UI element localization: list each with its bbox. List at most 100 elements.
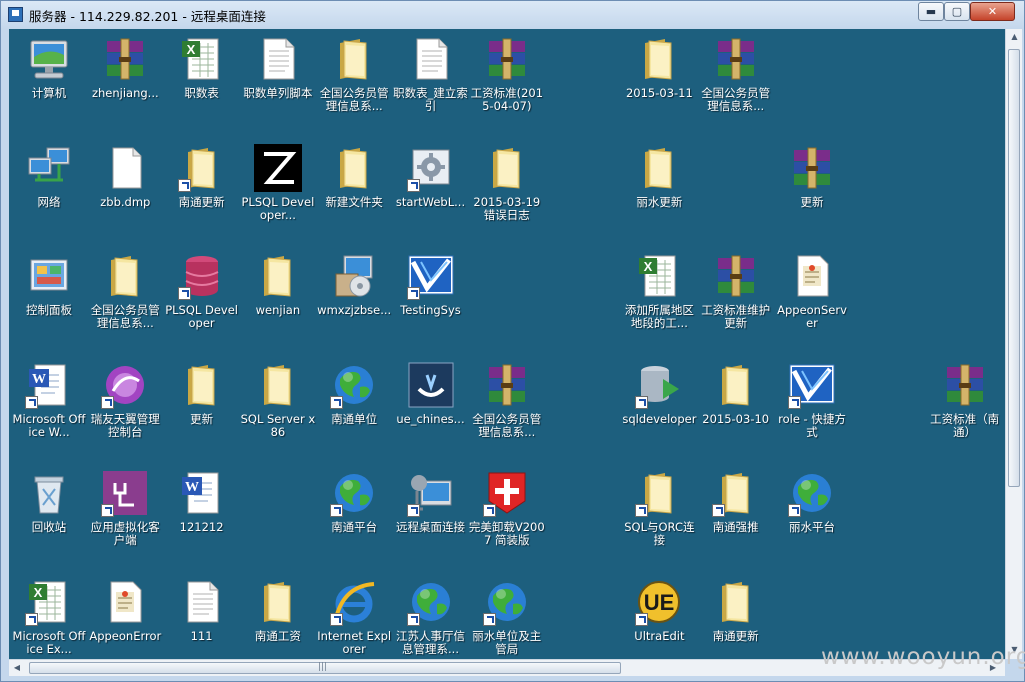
desktop-icon[interactable]: 工资标准维护更新 bbox=[698, 250, 774, 350]
folder-icon bbox=[635, 469, 683, 517]
scroll-up-arrow-icon[interactable]: ▲ bbox=[1006, 32, 1023, 41]
redcross-icon bbox=[482, 469, 531, 517]
desktop-icon[interactable]: UE UltraEdit bbox=[621, 576, 697, 660]
desktop-icon-label: Microsoft Office W... bbox=[12, 411, 86, 439]
network-icon bbox=[25, 144, 73, 192]
desktop-icon[interactable]: X Microsoft Office Ex... bbox=[11, 576, 87, 660]
desktop-icon[interactable]: 瑞友天翼管理控制台 bbox=[87, 359, 163, 459]
desktop-icon[interactable]: 控制面板 bbox=[11, 250, 87, 350]
desktop-icon[interactable]: PLSQL Developer bbox=[164, 250, 240, 350]
desktop-icon[interactable]: 全国公务员管理信息系... bbox=[469, 359, 545, 459]
desktop-icon[interactable]: 工资标准(2015-04-07) bbox=[469, 33, 545, 133]
desktop-icon[interactable]: AppeonServer bbox=[774, 250, 850, 350]
scroll-left-arrow-icon[interactable]: ◀ bbox=[11, 663, 23, 672]
desktop-icon[interactable]: SQL与ORC连接 bbox=[621, 467, 697, 567]
watermark: www.wooyun.org bbox=[821, 644, 1025, 670]
shortcut-arrow-icon bbox=[101, 504, 115, 517]
uedit-icon: UE bbox=[635, 578, 683, 626]
desktop-icon-label: 南通工资 bbox=[254, 628, 301, 643]
desktop-icon[interactable]: 更新 bbox=[774, 142, 850, 242]
excel-icon: X bbox=[178, 35, 226, 83]
desktop-icon[interactable]: zhenjiang... bbox=[87, 33, 163, 133]
remote-desktop-app-icon[interactable] bbox=[8, 7, 23, 22]
desktop-icon[interactable]: W Microsoft Office W... bbox=[11, 359, 87, 459]
desktop-icon[interactable]: 远程桌面连接 bbox=[393, 467, 469, 567]
desktop-icon[interactable]: 工资标准（南通） bbox=[927, 359, 1003, 459]
desktop-icon[interactable]: 111 bbox=[164, 576, 240, 660]
desktop-icon[interactable]: 全国公务员管理信息系... bbox=[698, 33, 774, 133]
desktop-icon-label: 全国公务员管理信息系... bbox=[701, 86, 771, 113]
desktop-icon[interactable]: ue_chines... bbox=[393, 359, 469, 459]
folder-icon bbox=[712, 361, 760, 409]
desktop-icon[interactable]: Internet Explorer bbox=[316, 576, 392, 660]
folder-icon bbox=[711, 469, 760, 517]
desktop-icon-label: 添加所属地区地段的工... bbox=[624, 303, 694, 330]
desktop-icon[interactable]: 丽水平台 bbox=[774, 467, 850, 567]
folder-icon bbox=[330, 35, 378, 83]
desktop-icon[interactable]: 南通更新 bbox=[164, 142, 240, 242]
desktop-icon[interactable]: X 添加所属地区地段的工... bbox=[621, 250, 697, 350]
desktop-icon[interactable]: zbb.dmp bbox=[87, 142, 163, 242]
horizontal-scroll-thumb[interactable]: ||| bbox=[29, 662, 621, 674]
desktop-icon-label: SQL Server x86 bbox=[240, 411, 316, 439]
desktop-icon[interactable]: W 121212 bbox=[164, 467, 240, 567]
desktop-icon[interactable]: 南通强推 bbox=[698, 467, 774, 567]
desktop-icon[interactable]: 完美卸载V2007 简装版 bbox=[469, 467, 545, 567]
folder-icon bbox=[712, 578, 760, 626]
desktop-icon[interactable]: 2015-03-19错误日志 bbox=[469, 142, 545, 242]
desktop-icon[interactable]: startWebL... bbox=[393, 142, 469, 242]
desktop-icon[interactable]: 南通更新 bbox=[698, 576, 774, 660]
desktop-icon-label: 121212 bbox=[179, 520, 224, 534]
svg-text:W: W bbox=[32, 372, 46, 387]
vertical-scrollbar[interactable]: ▲ ▼ bbox=[1005, 29, 1022, 659]
ue-icon bbox=[407, 361, 455, 409]
remote-icon bbox=[406, 469, 455, 517]
desktop-icon[interactable]: 职数单列脚本 bbox=[240, 33, 316, 133]
app-icon bbox=[788, 361, 836, 409]
desktop-icon[interactable]: sqldeveloper bbox=[621, 359, 697, 459]
desktop-icon[interactable]: 应用虚拟化客户端 bbox=[87, 467, 163, 567]
desktop-icon[interactable]: 2015-03-11 bbox=[621, 33, 697, 133]
desktop-icon[interactable]: 南通工资 bbox=[240, 576, 316, 660]
maximize-button[interactable]: ▢ bbox=[944, 2, 970, 21]
desktop-icon[interactable]: wenjian bbox=[240, 250, 316, 350]
desktop-icon[interactable]: PLSQL Developer... bbox=[240, 142, 316, 242]
desktop-icon-label: wenjian bbox=[255, 303, 301, 317]
desktop-icon[interactable]: X 职数表 bbox=[164, 33, 240, 133]
desktop-icon[interactable]: 南通平台 bbox=[316, 467, 392, 567]
desktop-icon[interactable]: TestingSys bbox=[393, 250, 469, 350]
desktop-icon[interactable]: 职数表_建立索引 bbox=[393, 33, 469, 133]
desktop-icon[interactable]: 2015-03-10 bbox=[698, 359, 774, 459]
desktop-icon[interactable]: 全国公务员管理信息系... bbox=[87, 250, 163, 350]
desktop-icon-label: 2015-03-19错误日志 bbox=[473, 194, 541, 222]
title-bar[interactable]: 服务器 - 114.229.82.201 - 远程桌面连接 ▬ ▢ ✕ bbox=[1, 1, 1024, 29]
close-button[interactable]: ✕ bbox=[970, 2, 1015, 21]
desktop-icon[interactable]: 丽水更新 bbox=[621, 142, 697, 242]
folder-icon bbox=[178, 361, 226, 409]
desktop-icon[interactable]: 江苏人事厅信息管理系... bbox=[393, 576, 469, 660]
desktop-icon[interactable]: AppeonError bbox=[87, 576, 163, 660]
desktop-icon[interactable]: 全国公务员管理信息系... bbox=[316, 33, 392, 133]
desktop-icon[interactable]: SQL Server x86 bbox=[240, 359, 316, 459]
desktop-icon[interactable]: 新建文件夹 bbox=[316, 142, 392, 242]
desktop-icon-label: role - 快捷方式 bbox=[778, 411, 846, 439]
globe-icon bbox=[788, 469, 836, 517]
desktop-icon[interactable]: 丽水单位及主管局 bbox=[469, 576, 545, 660]
desktop-icon-label: SQL与ORC连接 bbox=[624, 520, 695, 547]
minimize-button[interactable]: ▬ bbox=[918, 2, 944, 21]
shortcut-arrow-icon bbox=[406, 287, 420, 300]
vertical-scroll-thumb[interactable] bbox=[1008, 49, 1020, 487]
desktop-icon[interactable]: wmxzjzbse... bbox=[316, 250, 392, 350]
shortcut-arrow-icon bbox=[635, 504, 649, 517]
desktop-icon[interactable]: 计算机 bbox=[11, 33, 87, 133]
desktop-icon[interactable]: 网络 bbox=[11, 142, 87, 242]
desktop-icon[interactable]: 更新 bbox=[164, 359, 240, 459]
shortcut-arrow-icon bbox=[711, 504, 725, 517]
plsql-icon bbox=[253, 143, 302, 192]
word-icon: W bbox=[178, 469, 226, 517]
app-icon bbox=[406, 252, 455, 300]
remote-desktop-area[interactable]: 计算机 zhenjiang... X 职数表 职数单列脚本 全国公务员管理信息系... 职数… bbox=[9, 29, 1005, 659]
desktop-icon[interactable]: 回收站 bbox=[11, 467, 87, 567]
desktop-icon[interactable]: 南通单位 bbox=[316, 359, 392, 459]
desktop-icon[interactable]: role - 快捷方式 bbox=[774, 359, 850, 459]
